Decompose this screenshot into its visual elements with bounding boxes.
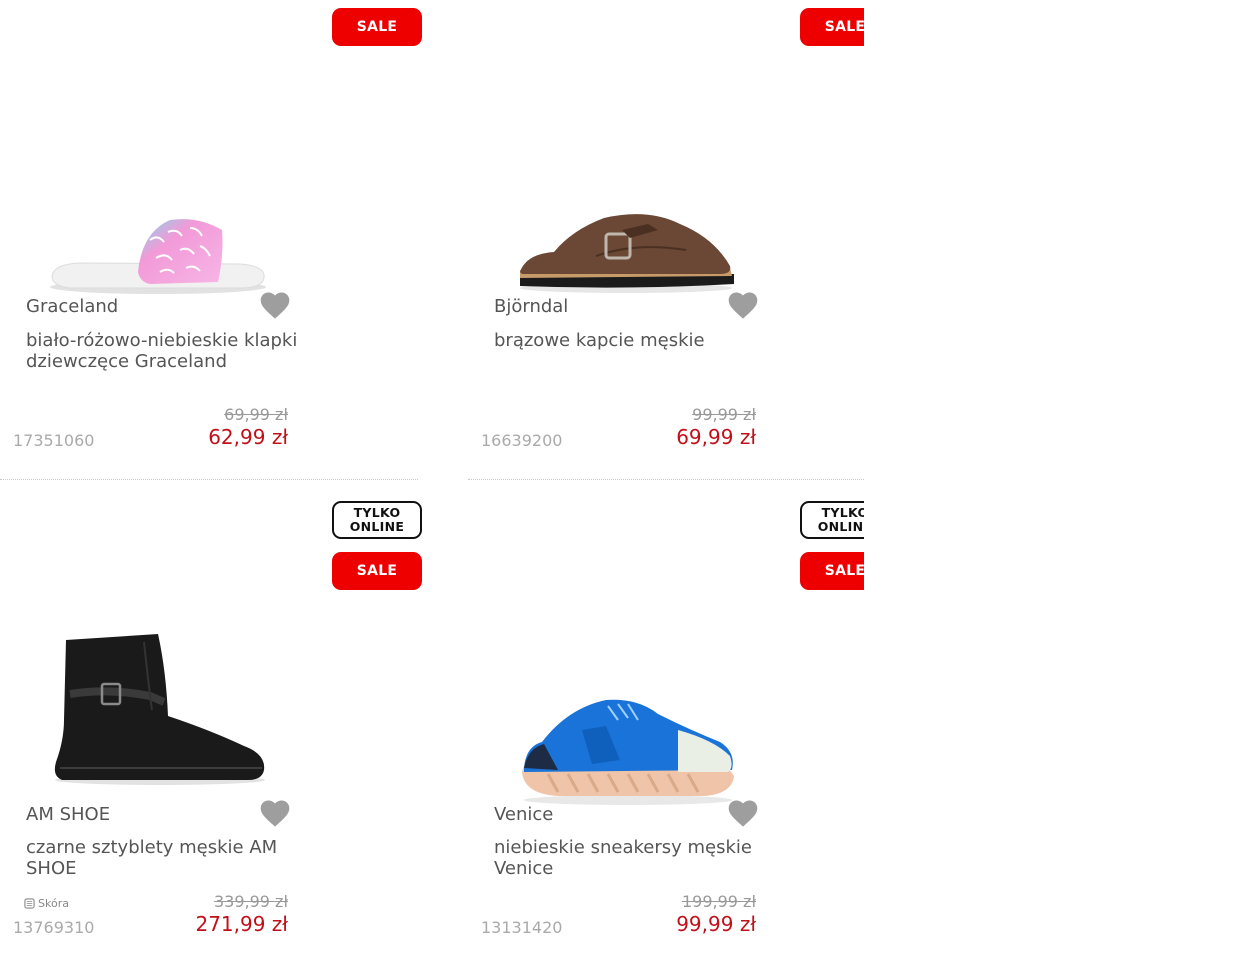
product-grid: SALE Graceland biało-różowo-niebieskie k… xyxy=(0,0,864,955)
old-price: 199,99 zł xyxy=(681,892,756,911)
heart-icon[interactable] xyxy=(258,798,292,828)
product-card[interactable]: SALE Björndal brązowe kapcie męskie 99,9… xyxy=(468,0,864,478)
product-title[interactable]: brązowe kapcie męskie xyxy=(494,330,769,351)
product-sku: 13769310 xyxy=(13,918,95,937)
product-card[interactable]: TYLKOONLINE SALE Venice niebieskie sneak… xyxy=(468,480,864,955)
ankle-boot-image[interactable] xyxy=(40,615,280,805)
heart-icon[interactable] xyxy=(726,798,760,828)
product-brand: Björndal xyxy=(494,296,569,317)
sale-price: 99,99 zł xyxy=(676,912,756,936)
leather-icon xyxy=(24,898,35,909)
old-price: 99,99 zł xyxy=(692,405,756,424)
heart-icon[interactable] xyxy=(258,290,292,320)
product-card[interactable]: TYLKO ONLINE SALE AM SHOE czarne sztyblet… xyxy=(0,480,422,955)
old-price: 339,99 zł xyxy=(213,892,288,911)
sale-badge: SALE xyxy=(332,552,422,590)
product-sku: 17351060 xyxy=(13,431,95,450)
product-title[interactable]: biało-różowo-niebieskie klapki dziewczęc… xyxy=(26,330,301,372)
sale-price: 62,99 zł xyxy=(208,425,288,449)
product-brand: Venice xyxy=(494,804,554,825)
online-only-badge: TYLKOONLINE xyxy=(332,501,422,539)
product-brand: Graceland xyxy=(26,296,119,317)
sale-badge: SALE xyxy=(332,8,422,46)
heart-icon[interactable] xyxy=(726,290,760,320)
material-info: Skóra xyxy=(24,897,69,910)
product-sku: 13131420 xyxy=(481,918,563,937)
product-card[interactable]: SALE Graceland biało-różowo-niebieskie k… xyxy=(0,0,422,478)
sale-price: 271,99 zł xyxy=(195,912,288,936)
sale-badge: SALE xyxy=(800,552,864,590)
old-price: 69,99 zł xyxy=(224,405,288,424)
product-brand: AM SHOE xyxy=(26,804,111,825)
product-sku: 16639200 xyxy=(481,431,563,450)
online-only-badge: TYLKOONLINE xyxy=(800,501,864,539)
product-title[interactable]: czarne sztyblety męskie AM SHOE xyxy=(26,837,301,879)
material-label: Skóra xyxy=(38,897,69,910)
sale-badge: SALE xyxy=(800,8,864,46)
product-title[interactable]: niebieskie sneakersy męskie Venice xyxy=(494,837,769,879)
sale-price: 69,99 zł xyxy=(676,425,756,449)
